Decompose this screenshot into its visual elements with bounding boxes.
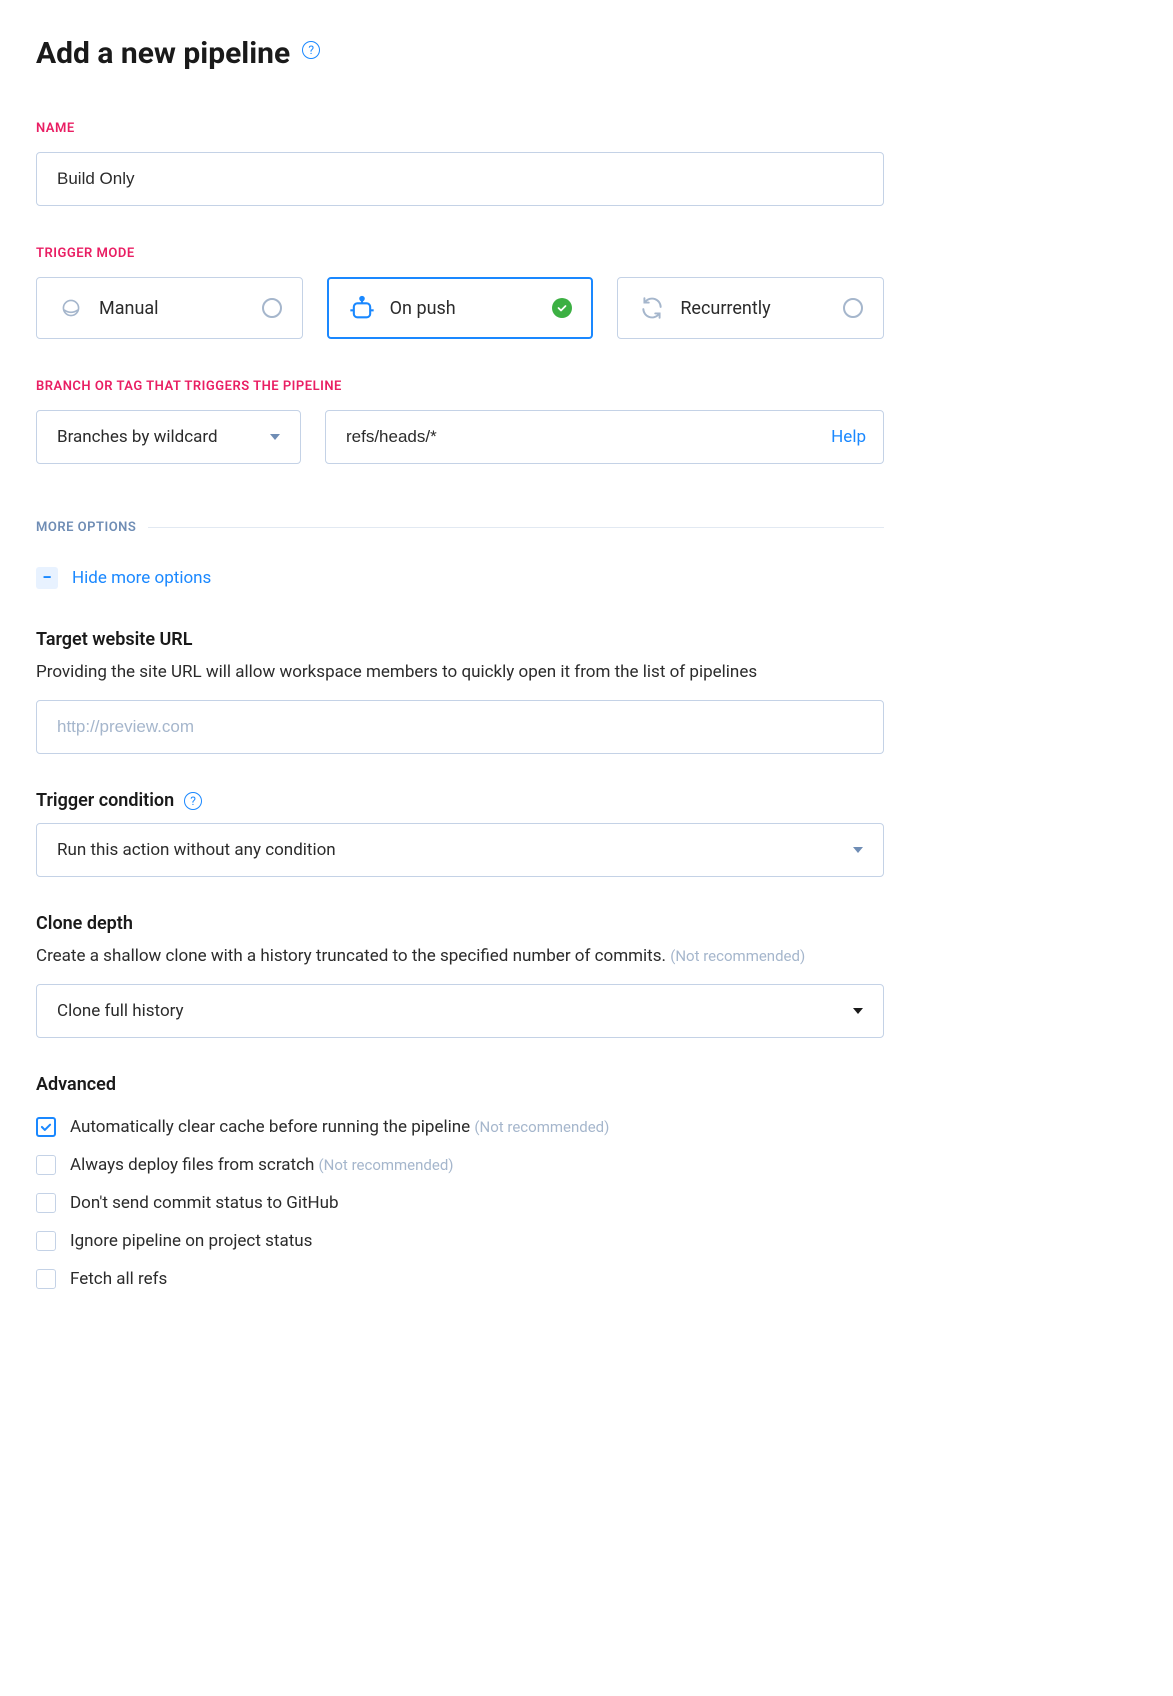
target-url-desc: Providing the site URL will allow worksp… [36, 662, 884, 682]
trigger-condition-heading: Trigger condition ? [36, 790, 884, 811]
help-link[interactable]: Help [831, 427, 866, 447]
clone-depth-heading: Clone depth [36, 913, 884, 934]
refresh-icon [638, 294, 666, 322]
trigger-on-push[interactable]: On push [327, 277, 594, 339]
radio-unselected-icon [843, 298, 863, 318]
advanced-option-fetch-all-refs[interactable]: Fetch all refs [36, 1269, 884, 1289]
branch-type-value: Branches by wildcard [57, 427, 218, 447]
advanced-option-no-commit-status[interactable]: Don't send commit status to GitHub [36, 1193, 884, 1213]
branch-type-select[interactable]: Branches by wildcard [36, 410, 301, 464]
advanced-option-deploy-scratch[interactable]: Always deploy files from scratch (Not re… [36, 1155, 884, 1175]
trigger-recurrently[interactable]: Recurrently [617, 277, 884, 339]
checkbox-unchecked-icon [36, 1193, 56, 1213]
checkbox-label: Ignore pipeline on project status [70, 1231, 312, 1251]
checkbox-label: Fetch all refs [70, 1269, 167, 1289]
manual-icon [57, 294, 85, 322]
page-title: Add a new pipeline ? [36, 36, 884, 71]
page-title-text: Add a new pipeline [36, 36, 290, 71]
chevron-down-icon [270, 434, 280, 440]
robot-icon [348, 294, 376, 322]
target-url-heading: Target website URL [36, 629, 884, 650]
checkbox-unchecked-icon [36, 1269, 56, 1289]
target-url-input[interactable] [36, 700, 884, 754]
checkbox-label: Automatically clear cache before running… [70, 1117, 609, 1137]
trigger-condition-heading-text: Trigger condition [36, 790, 174, 811]
trigger-mode-label: TRIGGER MODE [36, 246, 884, 261]
chevron-down-icon [853, 1008, 863, 1014]
checkbox-unchecked-icon [36, 1155, 56, 1175]
radio-selected-icon [552, 298, 572, 318]
more-options-label: MORE OPTIONS [36, 520, 136, 535]
checkbox-unchecked-icon [36, 1231, 56, 1251]
not-recommended-label: (Not recommended) [670, 947, 805, 965]
trigger-condition-value: Run this action without any condition [57, 840, 336, 860]
branch-pattern-input[interactable] [325, 410, 884, 464]
checkbox-label: Always deploy files from scratch (Not re… [70, 1155, 454, 1175]
hide-more-options[interactable]: − Hide more options [36, 567, 884, 589]
more-options-divider: MORE OPTIONS [36, 520, 884, 535]
trigger-recurrently-label: Recurrently [680, 298, 829, 319]
branch-label: BRANCH OR TAG THAT TRIGGERS THE PIPELINE [36, 379, 884, 394]
trigger-manual[interactable]: Manual [36, 277, 303, 339]
advanced-heading: Advanced [36, 1074, 884, 1095]
help-icon[interactable]: ? [184, 792, 202, 810]
checkbox-checked-icon [36, 1117, 56, 1137]
help-icon[interactable]: ? [302, 41, 320, 59]
clone-depth-select[interactable]: Clone full history [36, 984, 884, 1038]
radio-unselected-icon [262, 298, 282, 318]
divider-line [148, 527, 884, 528]
trigger-condition-select[interactable]: Run this action without any condition [36, 823, 884, 877]
trigger-on-push-label: On push [390, 298, 539, 319]
trigger-manual-label: Manual [99, 298, 248, 319]
minus-icon: − [36, 567, 58, 589]
advanced-option-ignore-pipeline[interactable]: Ignore pipeline on project status [36, 1231, 884, 1251]
chevron-down-icon [853, 847, 863, 853]
advanced-option-clear-cache[interactable]: Automatically clear cache before running… [36, 1117, 884, 1137]
clone-depth-desc: Create a shallow clone with a history tr… [36, 946, 884, 966]
checkbox-label: Don't send commit status to GitHub [70, 1193, 339, 1213]
name-label: NAME [36, 121, 884, 136]
hide-more-options-label: Hide more options [72, 568, 211, 588]
name-input[interactable] [36, 152, 884, 206]
clone-depth-value: Clone full history [57, 1001, 184, 1021]
